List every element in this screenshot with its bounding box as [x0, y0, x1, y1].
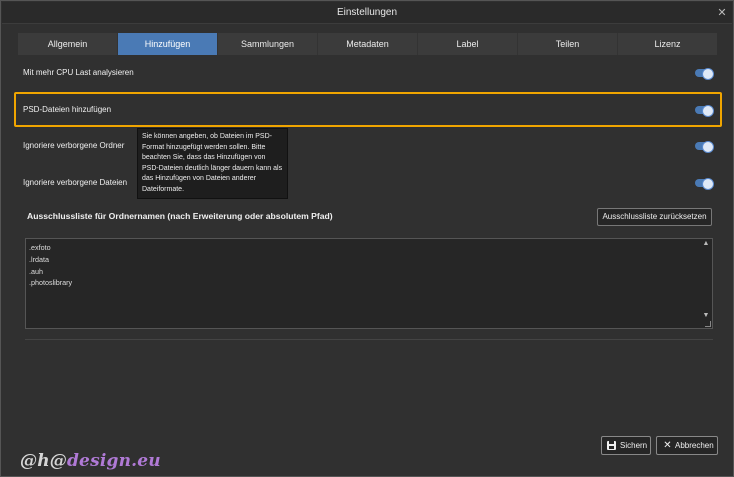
- tab-allgemein[interactable]: Allgemein: [18, 33, 118, 55]
- watermark-logo: @h@design.eu: [20, 451, 161, 471]
- exclusion-entry: .lrdata: [29, 254, 49, 264]
- tab-sammlungen[interactable]: Sammlungen: [218, 33, 318, 55]
- exclusion-entry: .exfoto: [29, 243, 51, 252]
- scroll-down-icon[interactable]: ▼: [702, 312, 710, 320]
- tab-teilen[interactable]: Teilen: [518, 33, 618, 55]
- tab-bar: Allgemein Hinzufügen Sammlungen Metadate…: [18, 33, 717, 55]
- toggle-cpu-analysis[interactable]: [695, 68, 714, 80]
- tab-metadaten[interactable]: Metadaten: [318, 33, 418, 55]
- window-title: Einstellungen: [336, 7, 398, 18]
- divider: [25, 339, 713, 340]
- setting-row-psd: PSD-Dateien hinzufügen: [18, 96, 717, 124]
- setting-label-hidden-folders: Ignoriere verborgene Ordner: [23, 141, 125, 150]
- exclusion-entry: .photoslibrary: [29, 278, 73, 288]
- exclusion-list-title: Ausschlussliste für Ordnernamen (nach Er…: [27, 211, 333, 221]
- setting-label-hidden-files: Ignoriere verborgene Dateien: [23, 178, 128, 187]
- tab-hinzufuegen[interactable]: Hinzufügen: [118, 33, 218, 55]
- exclusion-list-textarea[interactable]: .exfoto .lrdata .auh .photoslibrary ▲ ▼: [25, 238, 713, 329]
- watermark-suffix: design.eu: [66, 451, 161, 471]
- close-icon: ✕: [663, 440, 672, 451]
- watermark-prefix: @h@: [20, 451, 67, 471]
- setting-row-cpu: Mit mehr CPU Last analysieren: [18, 59, 717, 87]
- reset-exclusion-button[interactable]: Ausschlussliste zurücksetzen: [597, 208, 712, 226]
- exclusion-entry: .auh: [29, 266, 43, 276]
- title-bar: Einstellungen ✕: [2, 2, 732, 24]
- cancel-button-label: Abbrechen: [675, 441, 714, 450]
- toggle-hidden-folders[interactable]: [695, 141, 714, 153]
- cancel-button[interactable]: ✕ Abbrechen: [656, 436, 718, 455]
- setting-label-psd: PSD-Dateien hinzufügen: [23, 105, 112, 114]
- save-icon: [607, 441, 616, 450]
- tab-label[interactable]: Label: [418, 33, 518, 55]
- setting-row-hidden-files: Ignoriere verborgene Dateien: [18, 169, 717, 197]
- toggle-psd-files[interactable]: [695, 105, 714, 117]
- setting-label-cpu: Mit mehr CPU Last analysieren: [23, 68, 134, 77]
- resize-grip-icon[interactable]: [705, 321, 711, 327]
- toggle-hidden-files[interactable]: [695, 178, 714, 190]
- setting-row-hidden-folders: Ignoriere verborgene Ordner: [18, 132, 717, 160]
- save-button-label: Sichern: [620, 441, 648, 450]
- settings-window: Einstellungen ✕ Allgemein Hinzufügen Sam…: [0, 0, 734, 477]
- save-button[interactable]: Sichern: [601, 436, 651, 455]
- scroll-up-icon[interactable]: ▲: [702, 240, 710, 248]
- psd-tooltip: Sie können angeben, ob Dateien im PSD-Fo…: [137, 128, 288, 199]
- tab-lizenz[interactable]: Lizenz: [618, 33, 717, 55]
- close-icon[interactable]: ✕: [716, 7, 728, 19]
